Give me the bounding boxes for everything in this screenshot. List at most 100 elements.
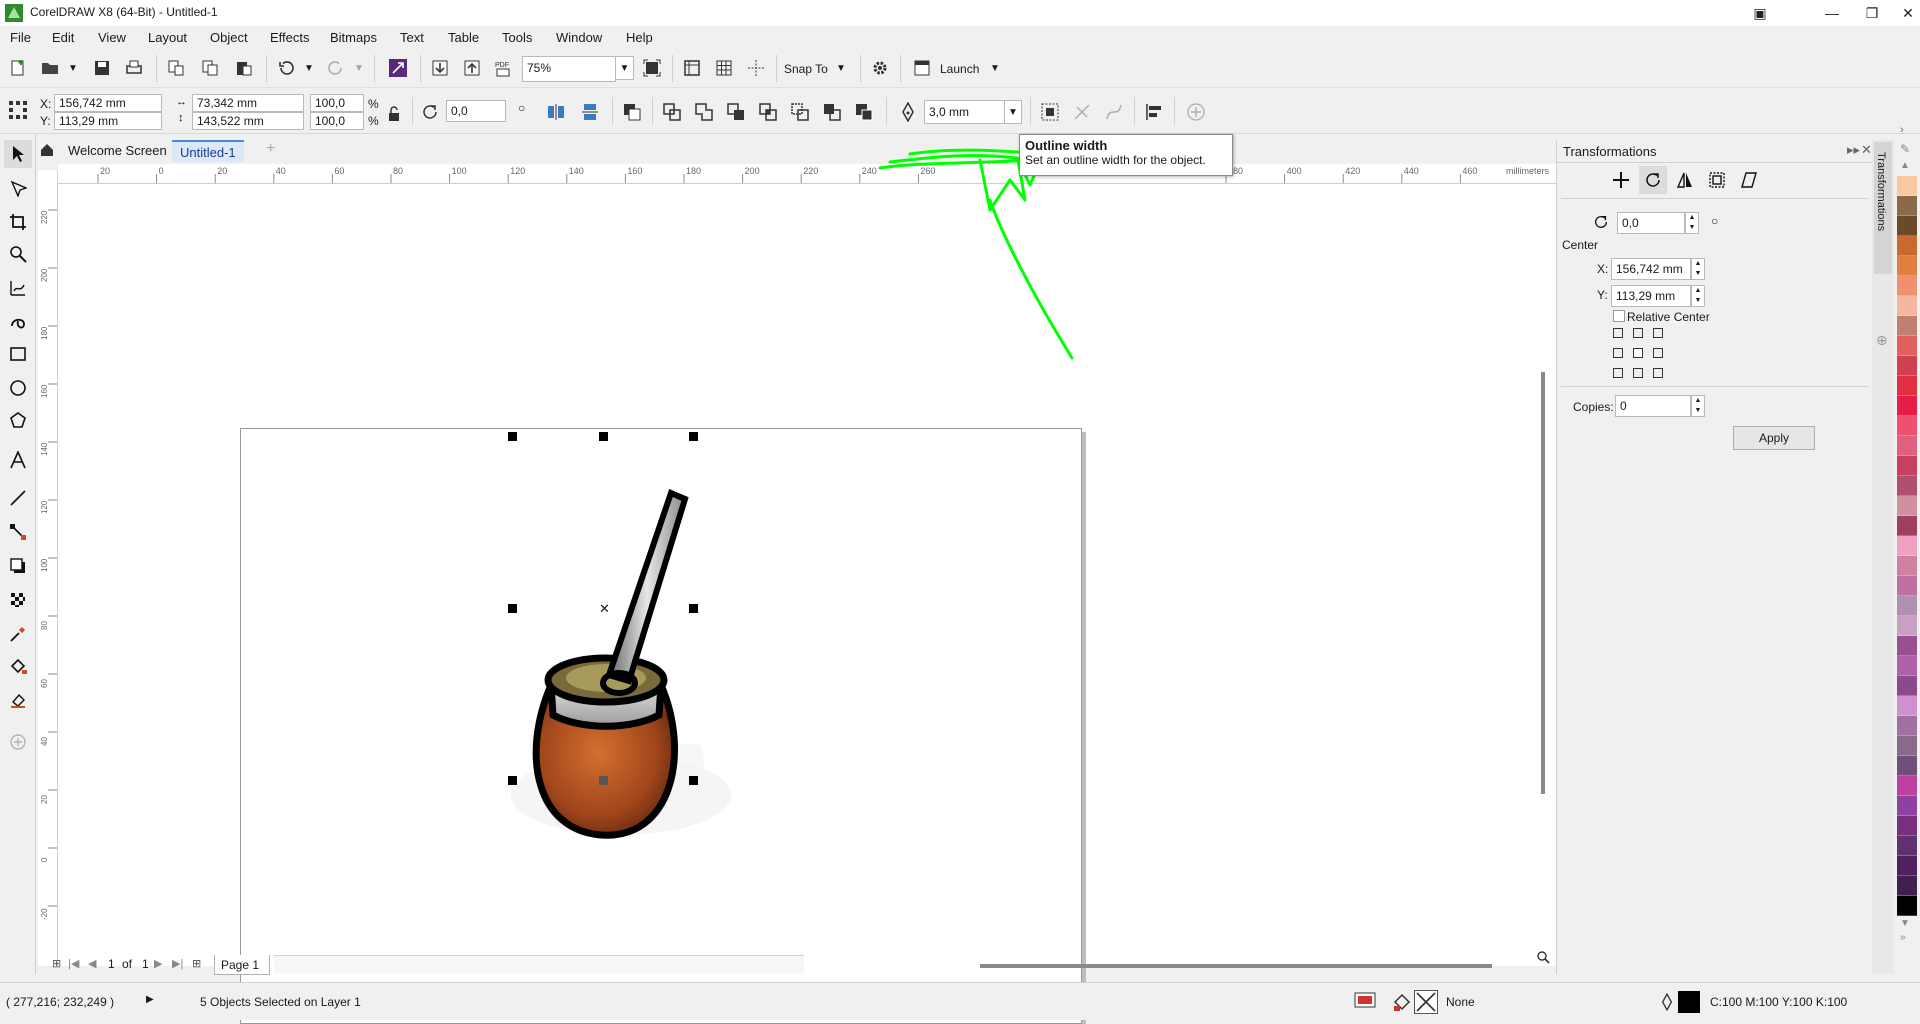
palette-swatch[interactable] bbox=[1897, 776, 1917, 796]
palette-swatch[interactable] bbox=[1897, 556, 1917, 576]
search-content-icon[interactable] bbox=[384, 54, 412, 82]
center-x-field[interactable]: 156,742 mm bbox=[1611, 258, 1691, 280]
wrap-text-icon[interactable] bbox=[618, 98, 646, 126]
palette-swatch[interactable] bbox=[1897, 636, 1917, 656]
palette-swatch[interactable] bbox=[1897, 736, 1917, 756]
palette-swatch[interactable] bbox=[1897, 856, 1917, 876]
height-field[interactable]: 143,522 mm bbox=[192, 112, 304, 130]
menu-file[interactable]: File bbox=[10, 30, 31, 45]
zoom-corner-icon[interactable] bbox=[1536, 950, 1550, 967]
undo-dropdown-icon[interactable]: ▼ bbox=[300, 56, 318, 80]
dimension-tool-icon[interactable] bbox=[4, 484, 32, 512]
combine-icon[interactable] bbox=[658, 98, 686, 126]
add-page-after-icon[interactable]: ⊞ bbox=[192, 957, 201, 970]
interactive-fill-tool-icon[interactable] bbox=[4, 652, 32, 680]
screen-icon[interactable]: ▣ bbox=[1738, 0, 1782, 26]
selection-handle-bottom-center[interactable] bbox=[599, 776, 608, 785]
print-icon[interactable] bbox=[120, 54, 148, 82]
rotate-transform-icon[interactable] bbox=[1639, 166, 1667, 194]
vertical-ruler[interactable]: 220 200 180 160 140 120 100 80 60 40 20 0 -20 bbox=[38, 170, 58, 966]
x-position-field[interactable]: 156,742 mm bbox=[54, 94, 162, 112]
scale-mirror-transform-icon[interactable] bbox=[1671, 166, 1699, 194]
palette-swatch[interactable] bbox=[1897, 176, 1917, 196]
width-field[interactable]: 73,342 mm bbox=[192, 94, 304, 112]
horizontal-scrollbar[interactable] bbox=[980, 964, 1492, 968]
palette-swatch[interactable] bbox=[1897, 256, 1917, 276]
palette-swatch[interactable] bbox=[1897, 756, 1917, 776]
palette-swatch[interactable] bbox=[1897, 616, 1917, 636]
palette-swatch[interactable] bbox=[1897, 416, 1917, 436]
anchor-point[interactable] bbox=[1613, 368, 1623, 378]
redo-dropdown-icon[interactable]: ▼ bbox=[350, 56, 368, 80]
tab-untitled-1[interactable]: Untitled-1 bbox=[172, 140, 244, 162]
palette-swatch[interactable] bbox=[1897, 456, 1917, 476]
selection-handle-top-left[interactable] bbox=[508, 432, 517, 441]
status-expand-icon[interactable]: ▶ bbox=[146, 994, 154, 1005]
undo-icon[interactable] bbox=[272, 54, 300, 82]
palette-swatch[interactable] bbox=[1897, 656, 1917, 676]
anchor-point[interactable] bbox=[1613, 328, 1623, 338]
palette-swatch[interactable] bbox=[1897, 336, 1917, 356]
copies-field[interactable]: 0 bbox=[1615, 395, 1691, 417]
snap-to-dropdown-icon[interactable]: ▼ bbox=[832, 56, 850, 80]
snap-to-button[interactable]: Snap To bbox=[784, 62, 828, 76]
drop-shadow-tool-icon[interactable] bbox=[4, 552, 32, 580]
menu-effects[interactable]: Effects bbox=[270, 30, 310, 45]
center-y-spinner[interactable]: ▲ ▼ bbox=[1691, 285, 1705, 307]
last-page-icon[interactable]: ▶| bbox=[172, 957, 183, 970]
fill-bucket-icon[interactable] bbox=[1392, 992, 1412, 1015]
anchor-point[interactable] bbox=[1633, 328, 1643, 338]
smart-fill-tool-icon[interactable] bbox=[4, 686, 32, 714]
copies-spinner[interactable]: ▲ ▼ bbox=[1691, 395, 1705, 417]
drawing-canvas[interactable]: ✕ bbox=[58, 184, 1556, 1024]
zoom-to-page-icon[interactable] bbox=[638, 54, 666, 82]
menu-edit[interactable]: Edit bbox=[52, 30, 74, 45]
selection-handle-bottom-right[interactable] bbox=[689, 776, 698, 785]
simplify-icon[interactable] bbox=[786, 98, 814, 126]
rotation-center-icon[interactable]: ✕ bbox=[599, 601, 610, 617]
crop-tool-icon[interactable] bbox=[4, 208, 32, 236]
palette-swatch[interactable] bbox=[1897, 836, 1917, 856]
palette-swatch[interactable] bbox=[1897, 536, 1917, 556]
transformations-vertical-tab[interactable]: Transformations bbox=[1874, 142, 1892, 274]
palette-swatch[interactable] bbox=[1897, 596, 1917, 616]
palette-swatch[interactable] bbox=[1897, 476, 1917, 496]
color-proof-icon[interactable] bbox=[1354, 992, 1376, 1013]
open-dropdown-icon[interactable]: ▼ bbox=[64, 56, 82, 80]
publish-pdf-icon[interactable]: PDF bbox=[490, 54, 518, 82]
convert-to-curves-icon[interactable] bbox=[1100, 98, 1128, 126]
rectangle-tool-icon[interactable] bbox=[4, 340, 32, 368]
palette-swatch[interactable] bbox=[1897, 436, 1917, 456]
anchor-point[interactable] bbox=[1653, 348, 1663, 358]
vertical-scrollbar[interactable] bbox=[1541, 372, 1545, 794]
scale-x-field[interactable]: 100,0 bbox=[310, 94, 364, 112]
palette-eyedropper-icon[interactable]: ✎ bbox=[1900, 142, 1910, 156]
tab-welcome-screen[interactable]: Welcome Screen bbox=[60, 140, 175, 162]
polygon-tool-icon[interactable] bbox=[4, 406, 32, 434]
center-y-field[interactable]: 113,29 mm bbox=[1611, 285, 1691, 307]
palette-swatch[interactable] bbox=[1897, 296, 1917, 316]
export-icon[interactable] bbox=[458, 54, 486, 82]
page-1-tab[interactable]: Page 1 bbox=[214, 955, 270, 975]
horizontal-ruler[interactable]: 20 0 20 40 60 80 100 120 140 160 180 200 220 240 260 38… bbox=[58, 164, 1556, 184]
palette-swatch[interactable] bbox=[1897, 896, 1917, 916]
palette-swatch[interactable] bbox=[1897, 516, 1917, 536]
import-icon[interactable] bbox=[426, 54, 454, 82]
anchor-point[interactable] bbox=[1653, 328, 1663, 338]
mirror-vertical-icon[interactable] bbox=[576, 98, 604, 126]
launch-dropdown-icon[interactable]: ▼ bbox=[986, 56, 1004, 80]
palette-swatch[interactable] bbox=[1897, 696, 1917, 716]
menu-table[interactable]: Table bbox=[448, 30, 479, 45]
docker-expand-icon[interactable]: ▸▸ bbox=[1847, 142, 1860, 158]
copy-icon[interactable] bbox=[196, 54, 224, 82]
eyedropper-tool-icon[interactable] bbox=[4, 620, 32, 648]
grid-icon[interactable] bbox=[710, 54, 738, 82]
zoom-level-field[interactable]: 75% bbox=[522, 56, 616, 82]
text-tool-icon[interactable] bbox=[4, 446, 32, 474]
zoom-dropdown-icon[interactable]: ▼ bbox=[616, 56, 634, 80]
anchor-point[interactable] bbox=[1653, 368, 1663, 378]
palette-swatch[interactable] bbox=[1897, 196, 1917, 216]
selection-handle-bottom-left[interactable] bbox=[508, 776, 517, 785]
docker-rotation-field[interactable]: 0,0 bbox=[1617, 212, 1685, 234]
mirror-horizontal-icon[interactable] bbox=[542, 98, 570, 126]
